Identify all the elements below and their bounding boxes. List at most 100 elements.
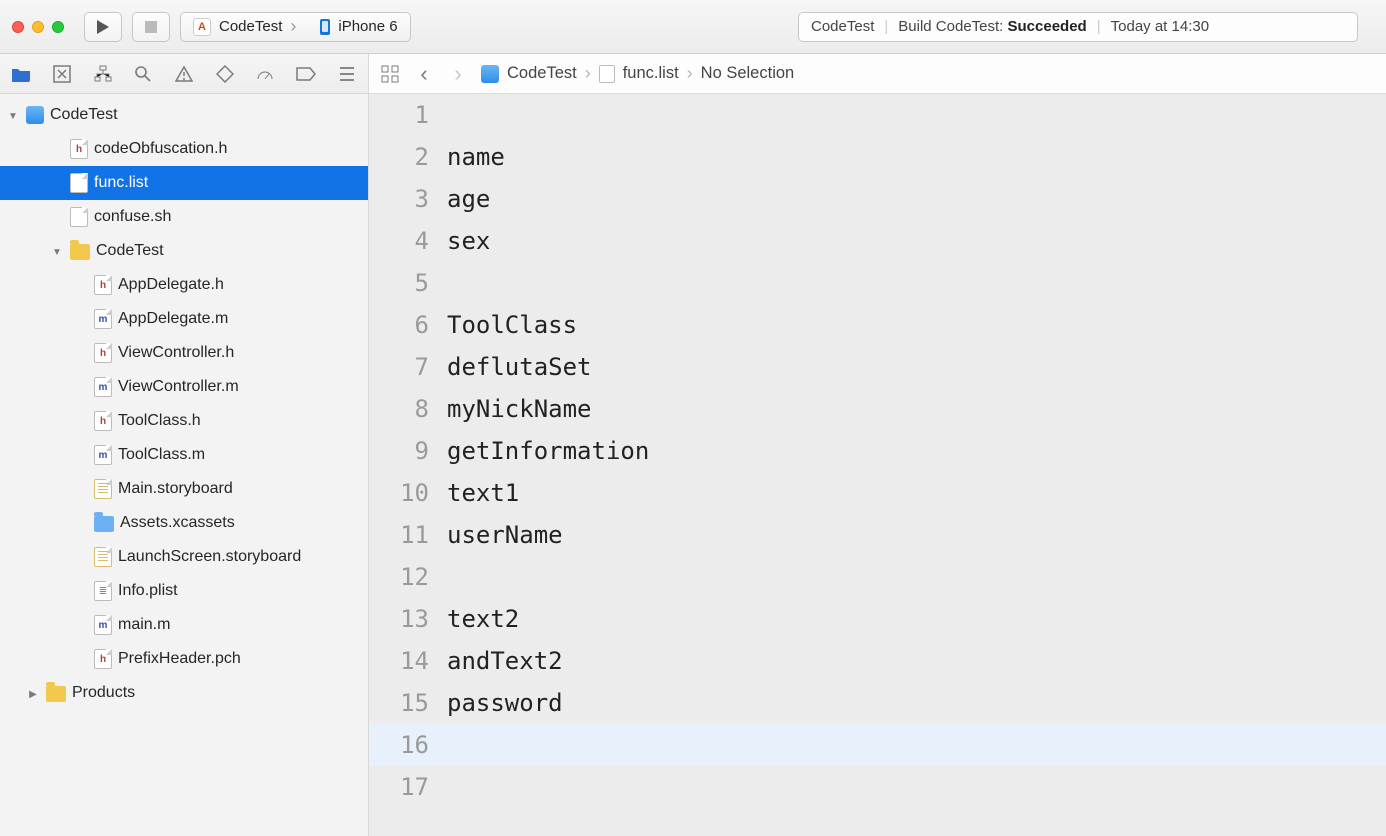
activity-message: Build CodeTest: Succeeded xyxy=(898,18,1086,35)
gauge-icon xyxy=(256,65,274,83)
tree-item[interactable]: Main.storyboard xyxy=(0,472,368,506)
tree-item[interactable]: AppDelegate.h xyxy=(0,268,368,302)
line-text: text1 xyxy=(447,472,1386,514)
tree-item[interactable]: main.m xyxy=(0,608,368,642)
m-file-icon xyxy=(94,309,112,329)
sb-file-icon xyxy=(94,479,112,499)
folder-icon xyxy=(11,66,31,82)
breadcrumb-file: func.list xyxy=(623,64,679,83)
warning-icon xyxy=(175,65,193,83)
tree-item[interactable]: CodeTest xyxy=(0,234,368,268)
line-number: 17 xyxy=(369,766,447,808)
issue-navigator-tab[interactable] xyxy=(173,62,196,86)
run-button[interactable] xyxy=(84,12,122,42)
sb-file-icon xyxy=(94,547,112,567)
diamond-icon xyxy=(216,65,234,83)
breakpoint-navigator-tab[interactable] xyxy=(295,62,318,86)
app-icon xyxy=(193,18,211,36)
tree-item[interactable]: Products xyxy=(0,676,368,710)
line-number: 5 xyxy=(369,262,447,304)
tree-item[interactable]: codeObfuscation.h xyxy=(0,132,368,166)
code-line[interactable]: 9getInformation xyxy=(369,430,1386,472)
line-text xyxy=(447,262,1386,304)
code-line[interactable]: 1 xyxy=(369,94,1386,136)
minimize-window-button[interactable] xyxy=(32,21,44,33)
code-line[interactable]: 17 xyxy=(369,766,1386,808)
tree-item-label: main.m xyxy=(118,616,170,634)
code-line[interactable]: 15password xyxy=(369,682,1386,724)
tree-item[interactable]: LaunchScreen.storyboard xyxy=(0,540,368,574)
zoom-window-button[interactable] xyxy=(52,21,64,33)
code-editor[interactable]: 12name3age4sex56ToolClass7deflutaSet8myN… xyxy=(369,94,1386,836)
stop-button[interactable] xyxy=(132,12,170,42)
code-line[interactable]: 14andText2 xyxy=(369,640,1386,682)
code-line[interactable]: 12 xyxy=(369,556,1386,598)
forward-button[interactable]: › xyxy=(447,63,469,85)
h-file-icon xyxy=(70,139,88,159)
tree-item-label: ViewController.m xyxy=(118,378,239,396)
code-line[interactable]: 11userName xyxy=(369,514,1386,556)
tree-item[interactable]: Info.plist xyxy=(0,574,368,608)
code-line[interactable]: 4sex xyxy=(369,220,1386,262)
chevron-right-icon: › xyxy=(290,16,296,37)
tree-item[interactable]: func.list xyxy=(0,166,368,200)
debug-navigator-tab[interactable] xyxy=(254,62,277,86)
code-line[interactable]: 2name xyxy=(369,136,1386,178)
test-navigator-tab[interactable] xyxy=(213,62,236,86)
code-line[interactable]: 7deflutaSet xyxy=(369,346,1386,388)
activity-project: CodeTest xyxy=(811,18,874,35)
folder-icon xyxy=(70,244,90,260)
breadcrumb[interactable]: CodeTest › func.list › No Selection xyxy=(481,63,794,84)
source-control-navigator-tab[interactable] xyxy=(51,62,74,86)
breadcrumb-selection: No Selection xyxy=(701,64,795,83)
close-window-button[interactable] xyxy=(12,21,24,33)
find-navigator-tab[interactable] xyxy=(132,62,155,86)
plain-file-icon xyxy=(70,173,88,193)
code-line[interactable]: 13text2 xyxy=(369,598,1386,640)
line-text: ToolClass xyxy=(447,304,1386,346)
divider: | xyxy=(884,18,888,35)
tree-item-label: PrefixHeader.pch xyxy=(118,650,241,668)
back-button[interactable]: ‹ xyxy=(413,63,435,85)
tree-item[interactable]: ToolClass.h xyxy=(0,404,368,438)
code-line[interactable]: 3age xyxy=(369,178,1386,220)
line-number: 2 xyxy=(369,136,447,178)
tree-item[interactable]: confuse.sh xyxy=(0,200,368,234)
line-text xyxy=(447,766,1386,808)
related-items-button[interactable] xyxy=(379,63,401,85)
tree-item[interactable]: ViewController.m xyxy=(0,370,368,404)
project-icon xyxy=(481,65,499,83)
tree-item-label: Assets.xcassets xyxy=(120,514,235,532)
disclosure-triangle-icon[interactable] xyxy=(6,108,20,122)
disclosure-triangle-icon[interactable] xyxy=(26,686,40,700)
h-file-icon xyxy=(94,649,112,669)
scheme-selector[interactable]: CodeTest › iPhone 6 xyxy=(180,12,411,42)
disclosure-triangle-icon[interactable] xyxy=(50,244,64,258)
tree-item-label: Products xyxy=(72,684,135,702)
tree-item[interactable]: ViewController.h xyxy=(0,336,368,370)
tree-item-label: Info.plist xyxy=(118,582,178,600)
code-line[interactable]: 8myNickName xyxy=(369,388,1386,430)
tree-item[interactable]: AppDelegate.m xyxy=(0,302,368,336)
code-line[interactable]: 6ToolClass xyxy=(369,304,1386,346)
code-line[interactable]: 5 xyxy=(369,262,1386,304)
scheme-project-label: CodeTest xyxy=(219,18,282,35)
project-navigator-tab[interactable] xyxy=(10,62,33,86)
code-line[interactable]: 16 xyxy=(369,724,1386,766)
x-square-icon xyxy=(53,65,71,83)
navigator: CodeTest codeObfuscation.hfunc.listconfu… xyxy=(0,54,369,836)
tree-root[interactable]: CodeTest xyxy=(0,98,368,132)
symbol-navigator-tab[interactable] xyxy=(91,62,114,86)
tree-item[interactable]: ToolClass.m xyxy=(0,438,368,472)
project-tree[interactable]: CodeTest codeObfuscation.hfunc.listconfu… xyxy=(0,94,368,836)
tree-item[interactable]: PrefixHeader.pch xyxy=(0,642,368,676)
line-text xyxy=(447,724,1386,766)
line-number: 16 xyxy=(369,724,447,766)
tree-item[interactable]: Assets.xcassets xyxy=(0,506,368,540)
chevron-left-icon: ‹ xyxy=(420,61,427,87)
report-navigator-tab[interactable] xyxy=(335,62,358,86)
line-number: 14 xyxy=(369,640,447,682)
divider: | xyxy=(1097,18,1101,35)
code-line[interactable]: 10text1 xyxy=(369,472,1386,514)
m-file-icon xyxy=(94,445,112,465)
